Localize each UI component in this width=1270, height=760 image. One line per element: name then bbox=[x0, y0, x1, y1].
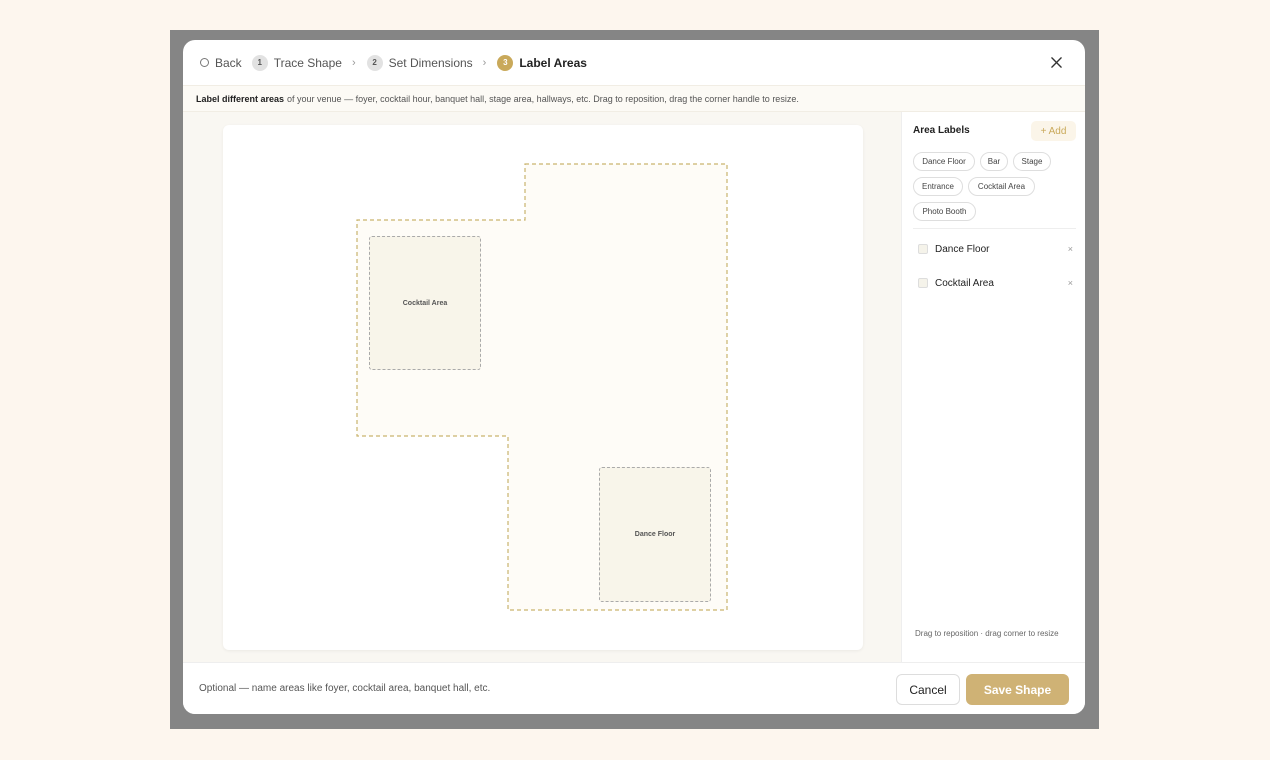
step-number: 3 bbox=[497, 54, 514, 71]
close-button[interactable] bbox=[1047, 53, 1065, 71]
venue-outline bbox=[356, 163, 728, 611]
chip-dance-floor[interactable]: Dance Floor bbox=[913, 152, 975, 171]
step-label-areas[interactable]: 3 Label Areas bbox=[497, 54, 587, 71]
cancel-button[interactable]: Cancel bbox=[896, 674, 960, 705]
step-label: Trace Shape bbox=[273, 55, 342, 70]
step-number: 2 bbox=[366, 54, 383, 71]
chip-cocktail-area[interactable]: Cocktail Area bbox=[968, 177, 1035, 196]
area-dance-floor[interactable]: Dance Floor bbox=[599, 467, 711, 602]
remove-label-icon[interactable]: × bbox=[1068, 278, 1073, 288]
sidebar-hint: Drag to reposition · drag corner to resi… bbox=[915, 629, 1059, 638]
chip-stage[interactable]: Stage bbox=[1013, 152, 1051, 171]
step-trace-shape[interactable]: 1 Trace Shape bbox=[251, 54, 342, 71]
back-label: Back bbox=[215, 55, 242, 70]
area-labels-sidebar: Area Labels + Add Dance Floor Bar Stage … bbox=[901, 112, 1085, 662]
chip-photo-booth[interactable]: Photo Booth bbox=[913, 202, 976, 221]
close-icon bbox=[1050, 56, 1062, 68]
instruction-bold: Label different areas bbox=[196, 93, 285, 104]
instruction-text: of your venue — foyer, cocktail hour, ba… bbox=[287, 93, 799, 104]
label-areas-modal: Back 1 Trace Shape › 2 Set Dimensions › … bbox=[183, 40, 1085, 714]
step-label: Label Areas bbox=[519, 55, 587, 70]
wizard-header: Back 1 Trace Shape › 2 Set Dimensions › … bbox=[183, 40, 1085, 85]
remove-label-icon[interactable]: × bbox=[1068, 244, 1073, 254]
circle-icon bbox=[200, 58, 209, 67]
chevron-right-icon: › bbox=[482, 56, 487, 69]
back-button[interactable]: Back bbox=[200, 56, 242, 70]
add-label-button[interactable]: + Add bbox=[1031, 121, 1076, 141]
label-color-swatch[interactable] bbox=[918, 278, 928, 288]
chip-bar[interactable]: Bar bbox=[980, 152, 1008, 171]
area-label: Cocktail Area bbox=[402, 299, 448, 307]
step-number: 1 bbox=[251, 54, 268, 71]
area-cocktail-area[interactable]: Cocktail Area bbox=[369, 236, 481, 370]
sidebar-title: Area Labels bbox=[913, 125, 970, 136]
modal-footer: Optional — name areas like foyer, cockta… bbox=[183, 662, 1085, 714]
label-color-swatch[interactable] bbox=[918, 244, 928, 254]
chevron-right-icon: › bbox=[351, 56, 356, 69]
step-set-dimensions[interactable]: 2 Set Dimensions bbox=[366, 54, 473, 71]
canvas-area: Cocktail Area Dance Floor bbox=[183, 112, 901, 662]
label-row-dance-floor[interactable]: Dance Floor × bbox=[918, 239, 1073, 259]
footer-hint: Optional — name areas like foyer, cockta… bbox=[199, 683, 491, 694]
floor-plan-canvas[interactable]: Cocktail Area Dance Floor bbox=[223, 125, 863, 650]
area-label: Dance Floor bbox=[634, 531, 676, 538]
instruction-bar: Label different areas of your venue — fo… bbox=[183, 85, 1085, 112]
chip-entrance[interactable]: Entrance bbox=[913, 177, 963, 196]
label-name: Cocktail Area bbox=[935, 277, 994, 289]
label-row-cocktail-area[interactable]: Cocktail Area × bbox=[918, 273, 1073, 293]
label-name: Dance Floor bbox=[935, 243, 990, 255]
save-shape-button[interactable]: Save Shape bbox=[966, 674, 1069, 705]
step-label: Set Dimensions bbox=[388, 55, 473, 70]
sidebar-divider bbox=[913, 228, 1076, 229]
